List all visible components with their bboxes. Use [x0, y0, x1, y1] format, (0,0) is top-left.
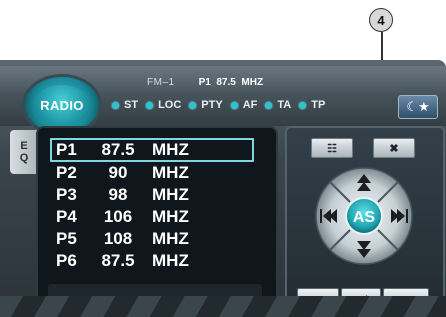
preset-unit: MHZ	[152, 251, 189, 270]
indicator-dot-icon	[265, 101, 273, 109]
direction-pad: AS	[315, 167, 413, 265]
close-button[interactable]: ✖	[373, 138, 415, 158]
decorative-stripes	[0, 296, 446, 317]
preset-row-p3[interactable]: P3 98 MHZ	[56, 184, 254, 206]
auto-store-label: AS	[353, 209, 376, 226]
flag-loc: LOC	[146, 99, 181, 111]
indicator-dot-icon	[189, 101, 197, 109]
flag-pty: PTY	[189, 99, 223, 111]
status-bar: RADIO FM–1 P1 87.5 MHZ ST LOC PTY AF TA …	[0, 66, 446, 136]
preset-frequency: 87.5	[101, 140, 135, 159]
preset-row-p5[interactable]: P5 108 MHZ	[56, 228, 254, 250]
radio-button-label: RADIO	[33, 85, 91, 125]
preset-row-p1[interactable]: P1 87.5 MHZ	[50, 138, 254, 162]
preset-frequency: 90	[108, 163, 128, 182]
control-panel: ☷ ✖ AS	[285, 126, 445, 315]
list-button[interactable]: ☷	[311, 138, 353, 158]
list-icon: ☷	[327, 142, 337, 155]
preset-number: P3	[56, 185, 77, 204]
preset-number: P4	[56, 207, 77, 226]
preset-unit: MHZ	[152, 140, 189, 159]
tuner-readout: FM–1 P1 87.5 MHZ	[147, 77, 263, 88]
indicator-dot-icon	[112, 101, 119, 109]
flag-af: AF	[230, 99, 257, 111]
preset-row-p4[interactable]: P4 106 MHZ	[56, 206, 254, 228]
status-flags: ST LOC PTY AF TA TP	[112, 99, 333, 111]
band-label: FM–1	[147, 77, 175, 88]
indicator-dot-icon	[146, 101, 154, 109]
eq-tab[interactable]: E Q	[10, 130, 38, 174]
moon-star-icon: ☾★	[406, 99, 430, 114]
preset-list-panel: P1 87.5 MHZ P2 90 MHZ P3 98 MHZ P4 106 M…	[36, 126, 278, 310]
preset-number: P6	[56, 251, 77, 270]
flag-st: ST	[112, 99, 138, 111]
flag-ta: TA	[265, 99, 291, 111]
preset-frequency: 108	[103, 229, 133, 248]
callout-marker: 4	[369, 8, 393, 32]
preset-frequency: 106	[103, 207, 133, 226]
preset-row-p6[interactable]: P6 87.5 MHZ	[56, 250, 254, 272]
preset-unit: MHZ	[152, 229, 189, 248]
indicator-dot-icon	[299, 101, 307, 109]
preset-list: P1 87.5 MHZ P2 90 MHZ P3 98 MHZ P4 106 M…	[50, 138, 254, 272]
eq-tab-line1: E	[20, 140, 28, 152]
preset-frequency: 87.5	[101, 251, 135, 270]
flag-tp: TP	[299, 99, 325, 111]
current-unit: MHZ	[241, 77, 264, 88]
eq-tab-line2: Q	[19, 152, 29, 164]
close-icon: ✖	[389, 142, 399, 155]
night-mode-button[interactable]: ☾★	[398, 95, 438, 119]
preset-number: P2	[56, 163, 77, 182]
current-frequency: 87.5	[216, 77, 236, 88]
preset-unit: MHZ	[152, 163, 189, 182]
preset-number: P5	[56, 229, 77, 248]
preset-unit: MHZ	[152, 185, 189, 204]
preset-frequency: 98	[108, 185, 128, 204]
preset-row-p2[interactable]: P2 90 MHZ	[56, 162, 254, 184]
indicator-dot-icon	[230, 101, 238, 109]
current-station: P1 87.5 MHZ	[199, 77, 264, 88]
preset-unit: MHZ	[152, 207, 189, 226]
preset-number: P1	[56, 140, 77, 159]
current-preset: P1	[198, 77, 211, 88]
